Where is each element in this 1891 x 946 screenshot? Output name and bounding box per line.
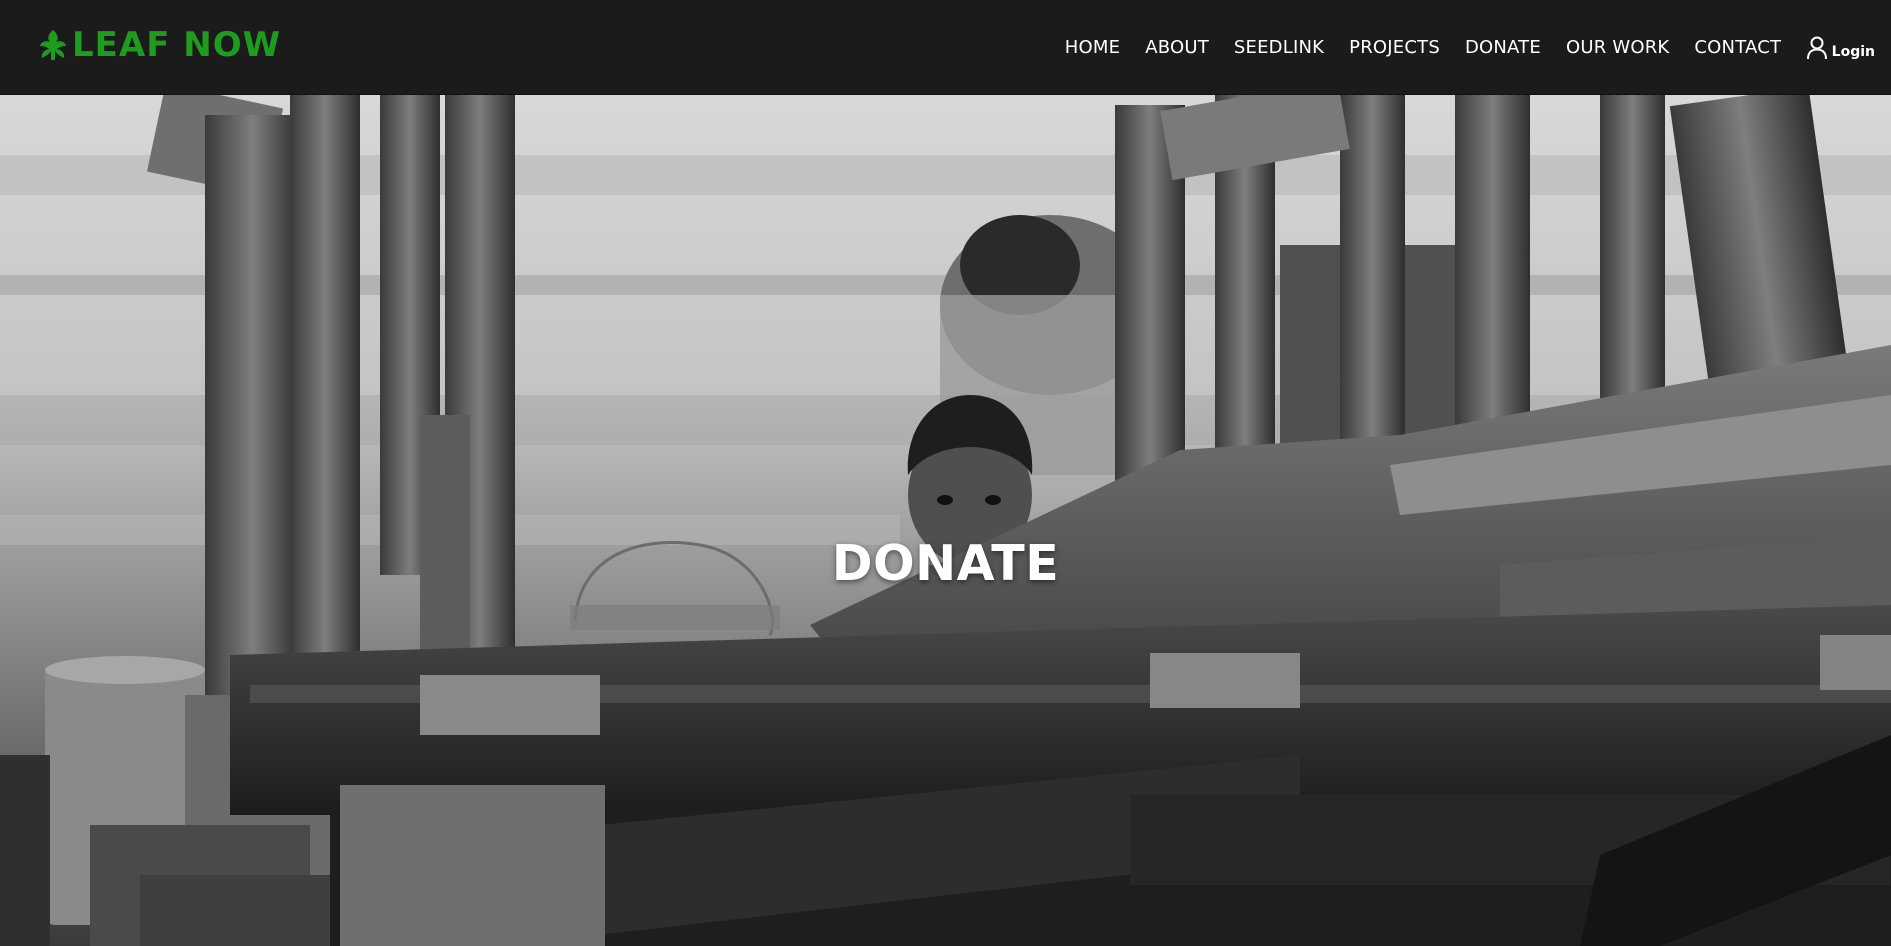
nav-home[interactable]: HOME xyxy=(1052,37,1132,58)
user-icon xyxy=(1806,36,1828,60)
nav-contact[interactable]: CONTACT xyxy=(1682,37,1794,58)
hero-background-image xyxy=(0,95,1891,946)
brand-name: LEAF NOW xyxy=(72,25,282,65)
leaf-icon xyxy=(38,28,68,62)
nav-seedlink[interactable]: SEEDLINK xyxy=(1221,37,1336,58)
nav-projects[interactable]: PROJECTS xyxy=(1337,37,1453,58)
site-header: LEAF NOW HOME ABOUT SEEDLINK PROJECTS DO… xyxy=(0,0,1891,95)
nav-about[interactable]: ABOUT xyxy=(1133,37,1222,58)
nav-donate[interactable]: DONATE xyxy=(1452,37,1553,58)
hero-banner: DONATE xyxy=(0,95,1891,946)
main-nav: HOME ABOUT SEEDLINK PROJECTS DONATE OUR … xyxy=(1052,0,1881,95)
logo-link[interactable]: LEAF NOW xyxy=(38,27,281,63)
login-link[interactable]: Login xyxy=(1794,36,1881,60)
nav-our-work[interactable]: OUR WORK xyxy=(1553,37,1681,58)
login-label: Login xyxy=(1831,43,1875,60)
hero-title: DONATE xyxy=(831,534,1060,592)
